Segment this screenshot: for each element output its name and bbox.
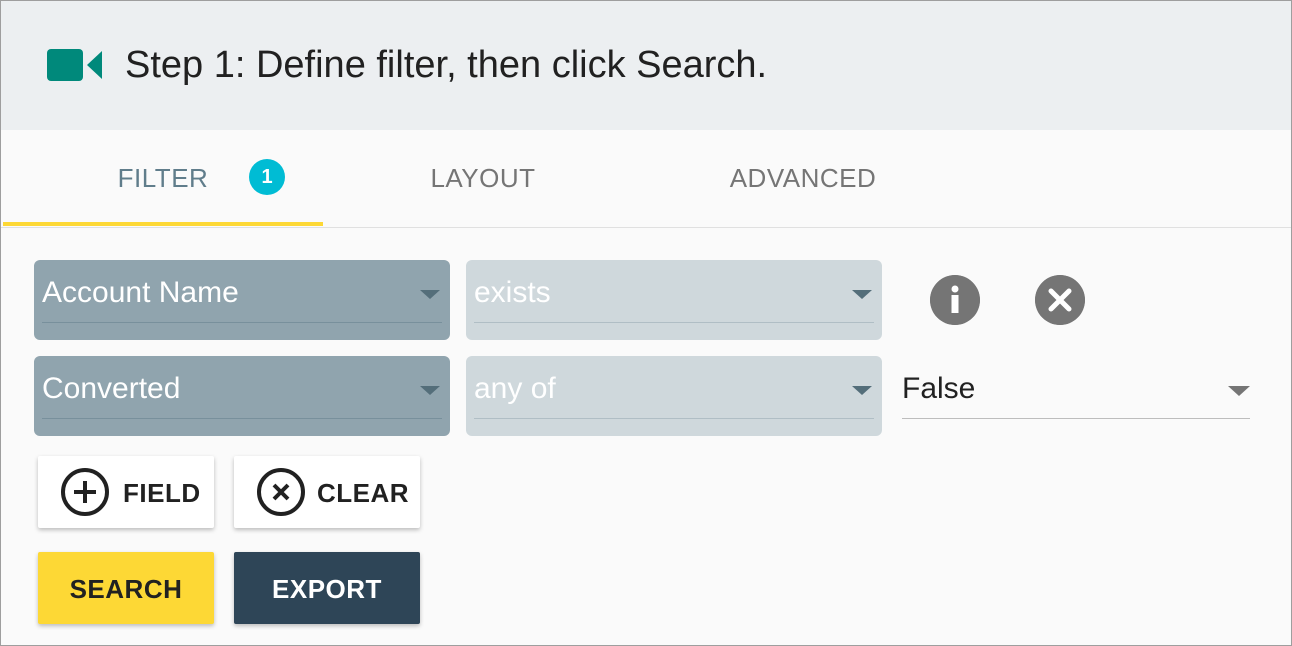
select-underline	[902, 418, 1250, 419]
dropdown-arrow-icon	[852, 386, 872, 395]
dropdown-arrow-icon	[420, 386, 440, 395]
filter-value: False	[902, 372, 976, 405]
search-label: SEARCH	[69, 574, 183, 604]
add-field-label: FIELD	[123, 478, 201, 508]
active-tab-indicator	[3, 222, 323, 226]
filter-operator-value: any of	[474, 372, 556, 405]
select-underline	[42, 418, 442, 419]
tab-bar: FILTER 1 LAYOUT ADVANCED	[1, 130, 1291, 228]
step-header: Step 1: Define filter, then click Search…	[1, 1, 1291, 130]
filter-panel: Step 1: Define filter, then click Search…	[0, 0, 1292, 646]
info-icon[interactable]	[930, 275, 980, 325]
tab-advanced[interactable]: ADVANCED	[643, 130, 963, 227]
filter-count-badge: 1	[249, 159, 285, 195]
filter-field-select[interactable]: Account Name	[34, 260, 450, 340]
tab-layout-label: LAYOUT	[430, 163, 536, 193]
clear-button[interactable]: CLEAR	[234, 456, 420, 528]
filter-field-value: Account Name	[42, 276, 239, 309]
page-title: Step 1: Define filter, then click Search…	[125, 44, 768, 86]
dropdown-arrow-icon	[1228, 386, 1250, 396]
select-underline	[42, 322, 442, 323]
filter-operator-value: exists	[474, 276, 551, 309]
export-button[interactable]: EXPORT	[234, 552, 420, 624]
dropdown-arrow-icon	[852, 290, 872, 299]
filter-field-select[interactable]: Converted	[34, 356, 450, 436]
tab-filter[interactable]: FILTER 1	[3, 130, 323, 227]
clear-label: CLEAR	[317, 478, 410, 508]
filter-operator-select[interactable]: exists	[466, 260, 882, 340]
close-circle-icon[interactable]	[1035, 275, 1085, 325]
select-underline	[474, 418, 874, 419]
select-underline	[474, 322, 874, 323]
tab-advanced-label: ADVANCED	[729, 163, 877, 193]
export-label: EXPORT	[272, 574, 382, 604]
filter-value-select[interactable]: False	[902, 356, 1250, 436]
add-field-button[interactable]: FIELD	[38, 456, 214, 528]
clear-circle-icon	[257, 468, 305, 516]
search-button[interactable]: SEARCH	[38, 552, 214, 624]
filter-field-value: Converted	[42, 372, 181, 405]
video-camera-icon	[47, 49, 102, 81]
tab-layout[interactable]: LAYOUT	[323, 130, 643, 227]
filter-operator-select[interactable]: any of	[466, 356, 882, 436]
add-circle-icon	[61, 468, 109, 516]
dropdown-arrow-icon	[420, 290, 440, 299]
